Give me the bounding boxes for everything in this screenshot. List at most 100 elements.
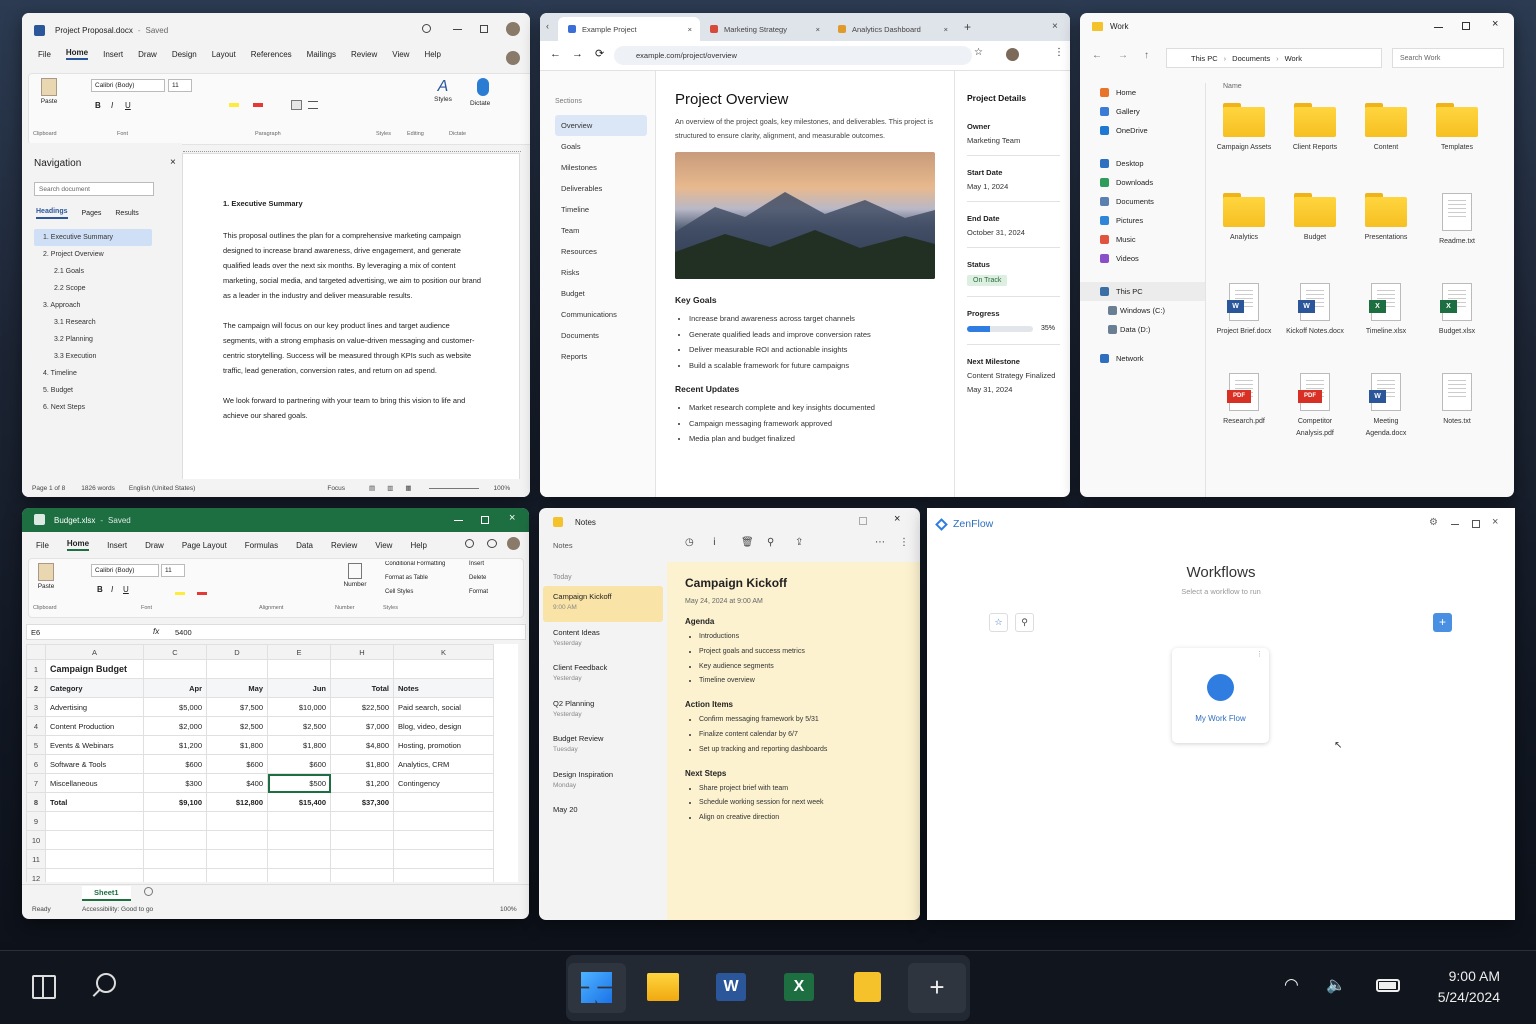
cell[interactable]: $2,500 (206, 716, 268, 736)
clock-date[interactable]: 5/24/2024 (1420, 989, 1500, 1005)
menu-formulas[interactable]: Formulas (245, 541, 278, 550)
italic-button[interactable]: I (111, 585, 113, 594)
sidebar-item-this-pc[interactable]: This PC (1080, 282, 1205, 301)
number-format-button[interactable]: Number (343, 563, 367, 588)
start-button[interactable] (568, 963, 626, 1013)
row-header[interactable]: 7 (26, 773, 46, 793)
cell[interactable]: $1,200 (143, 735, 207, 755)
forward-icon[interactable]: → (1118, 50, 1128, 61)
file-item[interactable]: X Timeline.xlsx (1354, 283, 1418, 338)
menu-view[interactable]: View (375, 541, 392, 550)
cell[interactable]: $2,000 (143, 716, 207, 736)
cell[interactable]: $400 (206, 773, 268, 793)
nav-heading[interactable]: 2.2 Scope (34, 280, 152, 297)
section-timeline[interactable]: Timeline (555, 199, 647, 220)
maximize-button[interactable] (859, 517, 867, 525)
cell[interactable]: $300 (143, 773, 207, 793)
cell[interactable] (267, 659, 331, 679)
sidebar-item-downloads[interactable]: Downloads (1080, 173, 1205, 192)
nav-heading[interactable]: 3.1 Research (34, 314, 152, 331)
cell[interactable]: Total (330, 678, 394, 698)
nav-tab-headings[interactable]: Headings (36, 208, 68, 219)
language[interactable]: English (United States) (129, 485, 195, 492)
minimize-button[interactable] (454, 520, 463, 521)
row-header[interactable]: 3 (26, 697, 46, 717)
name-box[interactable]: E6 (31, 628, 40, 637)
italic-button[interactable]: I (111, 101, 113, 110)
cell[interactable]: Jun (267, 678, 331, 698)
cell[interactable] (330, 868, 394, 882)
file-item[interactable]: Readme.txt (1425, 193, 1489, 248)
cell[interactable] (267, 811, 331, 831)
file-item[interactable]: W Meeting Agenda.docx (1354, 373, 1418, 440)
cell[interactable] (45, 811, 144, 831)
cell[interactable]: $1,800 (267, 735, 331, 755)
nav-tab-pages[interactable]: Pages (82, 210, 102, 217)
close-button[interactable]: × (894, 513, 900, 525)
menu-view[interactable]: View (392, 50, 409, 59)
row-header[interactable]: 11 (26, 849, 46, 869)
cell[interactable] (393, 830, 494, 850)
conditional-formatting-button[interactable]: Conditional Formatting (385, 561, 455, 567)
file-item[interactable]: PDF Research.pdf (1212, 373, 1276, 428)
file-item[interactable]: Budget (1283, 193, 1347, 244)
menu-data[interactable]: Data (296, 541, 313, 550)
delete-cells-button[interactable]: Delete (469, 575, 486, 581)
zoom-level[interactable]: 100% (500, 906, 517, 913)
maximize-button[interactable] (1472, 520, 1480, 528)
menu-icon[interactable]: ⋮ (1054, 47, 1064, 58)
cell[interactable] (45, 849, 144, 869)
format-cells-button[interactable]: Format (469, 589, 488, 595)
focus-button[interactable]: Focus (327, 485, 345, 492)
row-header[interactable]: 2 (26, 678, 46, 698)
corner-cell[interactable] (26, 644, 46, 660)
maximize-button[interactable] (481, 516, 489, 524)
cell[interactable]: Paid search, social (393, 697, 494, 717)
menu-icon[interactable]: ⋮ (899, 537, 909, 548)
sidebar-item-home[interactable]: Home (1080, 83, 1205, 102)
file-item[interactable]: W Kickoff Notes.docx (1283, 283, 1347, 338)
back-icon[interactable]: ← (550, 48, 561, 60)
cell[interactable]: $7,500 (206, 697, 268, 717)
avatar[interactable] (506, 22, 520, 36)
note-list-item[interactable]: Budget Review Tuesday (539, 728, 667, 764)
menu-layout[interactable]: Layout (212, 50, 236, 59)
minimize-button[interactable] (1451, 524, 1459, 525)
cell[interactable] (143, 849, 207, 869)
note-list-item[interactable]: Campaign Kickoff 9:00 AM (543, 586, 663, 622)
restore-button[interactable] (480, 25, 488, 33)
file-item[interactable]: Presentations (1354, 193, 1418, 244)
menu-home[interactable]: Home (65, 48, 89, 60)
cell[interactable] (267, 830, 331, 850)
avatar[interactable] (507, 537, 520, 550)
workflow-card[interactable]: ⋮ My Work Flow (1172, 648, 1269, 743)
battery-icon[interactable] (1376, 979, 1400, 992)
font-family-select[interactable]: Calibri (Body) (91, 564, 159, 577)
menu-insert[interactable]: Insert (103, 50, 123, 59)
nav-heading[interactable]: 2. Project Overview (34, 246, 152, 263)
font-size-select[interactable]: 11 (161, 564, 185, 577)
section-documents[interactable]: Documents (555, 325, 647, 346)
sidebar-item-pictures[interactable]: Pictures (1080, 211, 1205, 230)
row-header[interactable]: 4 (26, 716, 46, 736)
font-family-select[interactable]: Calibri (Body) (91, 79, 165, 92)
sidebar-item-music[interactable]: Music (1080, 230, 1205, 249)
cell[interactable]: Content Production (45, 716, 144, 736)
file-item[interactable]: W Project Brief.docx (1212, 283, 1276, 338)
share-icon[interactable]: ⇪ (795, 537, 803, 548)
menu-draw[interactable]: Draw (138, 50, 157, 59)
cell[interactable] (206, 811, 268, 831)
clock-time[interactable]: 9:00 AM (1420, 968, 1500, 984)
search-icon[interactable] (465, 539, 474, 548)
task-view-icon[interactable] (32, 975, 56, 999)
close-button[interactable]: × (1492, 18, 1498, 30)
cell[interactable] (393, 811, 494, 831)
fill-color-icon[interactable] (175, 592, 185, 595)
bold-button[interactable]: B (95, 101, 101, 110)
column-header[interactable]: D (206, 644, 268, 660)
new-tab-icon[interactable]: + (964, 20, 971, 34)
cell[interactable]: $600 (143, 754, 207, 774)
file-item[interactable]: PDF Competitor Analysis.pdf (1283, 373, 1347, 440)
cell[interactable]: $37,300 (330, 792, 394, 812)
row-header[interactable]: 8 (26, 792, 46, 812)
